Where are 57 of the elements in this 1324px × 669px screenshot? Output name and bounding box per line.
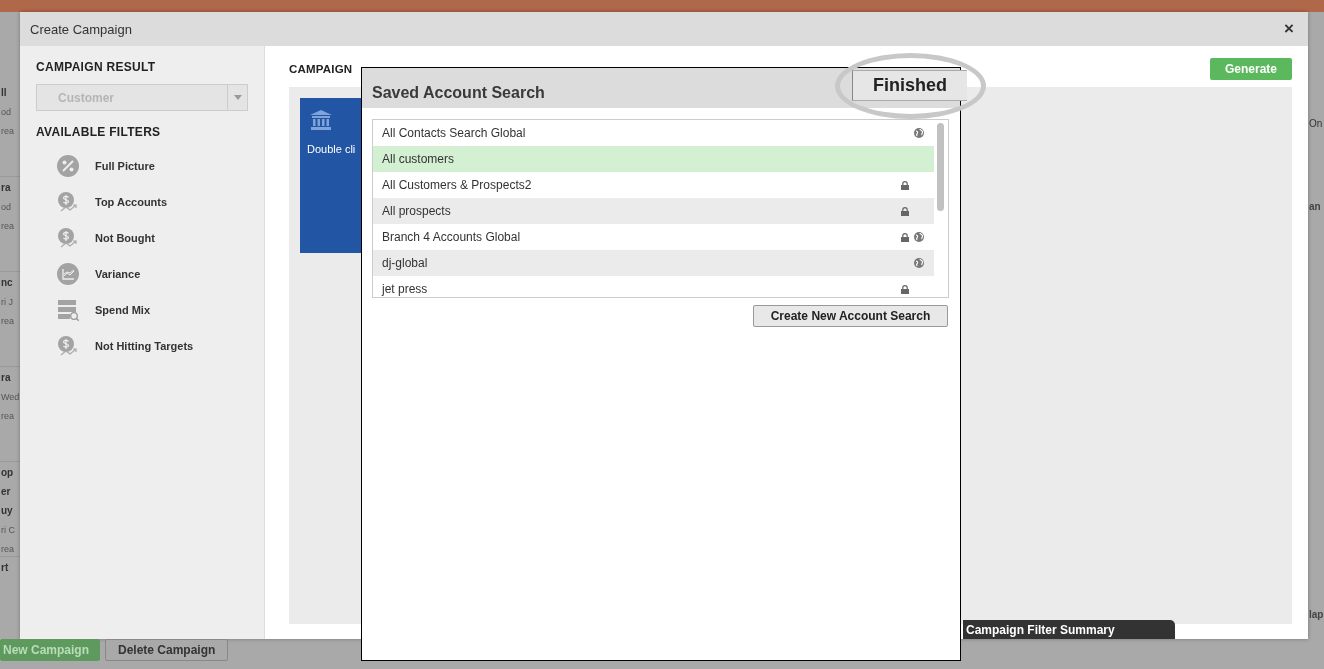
globe-icon xyxy=(914,128,924,138)
lock-icon xyxy=(901,180,909,190)
lock-icon xyxy=(901,284,909,294)
percent-icon xyxy=(57,155,79,177)
filter-item[interactable]: Not Bought xyxy=(95,232,155,244)
dollar-coin-icon xyxy=(57,227,79,249)
close-button[interactable]: × xyxy=(1280,21,1298,37)
filter-item[interactable]: Full Picture xyxy=(95,160,155,172)
background-text: od xyxy=(1,107,12,117)
modal-title: Create Campaign xyxy=(30,21,132,37)
caret-icon xyxy=(233,95,242,100)
background-text: rea xyxy=(1,316,15,326)
background-text: rea xyxy=(1,411,15,421)
filter-item[interactable]: Top Accounts xyxy=(95,196,168,208)
filter-item[interactable]: Spend Mix xyxy=(95,304,150,316)
background-text: rt xyxy=(1,563,10,573)
dollar-coin-icon xyxy=(57,335,79,357)
section-heading: CAMPAIGN xyxy=(289,63,353,75)
delete-campaign-button[interactable]: Delete Campaign xyxy=(105,639,229,661)
section-heading: AVAILABLE FILTERS xyxy=(36,125,162,139)
background-text: rea xyxy=(1,126,15,136)
list-item[interactable]: All customers xyxy=(373,146,934,172)
create-search-button[interactable]: Create New Account Search xyxy=(753,305,948,327)
background-text: uy xyxy=(1,506,14,516)
finished-button[interactable]: Finished xyxy=(852,70,967,101)
globe-icon xyxy=(914,232,924,242)
filter-item[interactable]: Variance xyxy=(95,268,141,280)
dialog-title: Saved Account Search xyxy=(372,84,545,102)
lock-icon xyxy=(901,206,909,216)
background-text: od xyxy=(1,202,12,212)
scrollbar[interactable] xyxy=(937,123,944,211)
bank-icon xyxy=(310,110,332,130)
background-text: an xyxy=(1309,201,1322,212)
background-text: Wed xyxy=(1,392,20,402)
result-tile[interactable]: Double cli xyxy=(300,98,363,253)
background-text: ri J xyxy=(1,297,14,307)
list-item[interactable]: dj-global xyxy=(373,250,934,276)
dollar-coin-icon xyxy=(57,191,79,213)
background-text: ri C xyxy=(1,525,16,535)
list-item[interactable]: All prospects xyxy=(373,198,934,224)
background-text: ra xyxy=(1,373,12,383)
globe-icon xyxy=(914,258,924,268)
chart-icon xyxy=(57,263,79,285)
filter-item[interactable]: Not Hitting Targets xyxy=(95,340,194,352)
background-text: ll xyxy=(1,88,8,98)
list-search-icon xyxy=(57,299,79,321)
background-text: rea xyxy=(1,544,15,554)
background-text: ra xyxy=(1,183,12,193)
background-text: nc xyxy=(1,278,14,288)
background-text: op xyxy=(1,468,15,478)
background-text: rea xyxy=(1,221,15,231)
background-text: er xyxy=(1,487,12,497)
background-text: lap xyxy=(1309,609,1324,620)
background-text: On xyxy=(1309,118,1324,129)
section-heading: CAMPAIGN RESULT xyxy=(36,60,157,74)
summary-tab[interactable]: Campaign Filter Summary xyxy=(963,620,1175,639)
lock-icon xyxy=(901,232,909,242)
